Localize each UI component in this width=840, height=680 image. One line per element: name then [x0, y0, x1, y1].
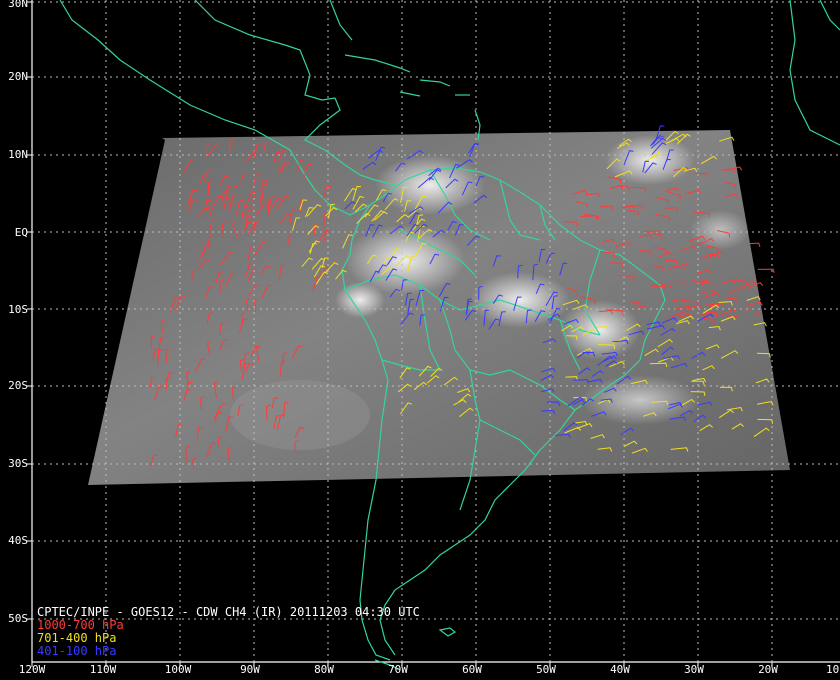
lat-label-50s: 50S — [8, 612, 28, 625]
lat-label-10s: 10S — [8, 303, 28, 316]
lat-label-10n: 10N — [8, 148, 28, 161]
lon-label-10w: 10 — [826, 664, 840, 676]
lat-label-30n: 30N — [8, 0, 28, 10]
legend-low-level: 1000-700 hPa — [37, 618, 124, 632]
lon-label-120w: 120W — [18, 663, 46, 676]
legend-mid-level: 701-400 hPa — [37, 631, 117, 645]
lon-label-100w: 100W — [164, 663, 192, 676]
lon-label-80w: 80W — [314, 663, 334, 676]
lon-label-60w: 60W — [462, 663, 482, 676]
wind-map: 30N 20N 10N EQ 10S 20S 30S 40S 50S 120W … — [0, 0, 840, 680]
map-title: CPTEC/INPE - GOES12 - CDW CH4 (IR) 20111… — [37, 605, 420, 619]
lat-label-20s: 20S — [8, 379, 28, 392]
lat-label-eq: EQ — [14, 226, 28, 239]
lon-label-30w: 30W — [684, 663, 704, 676]
lat-label-40s: 40S — [8, 534, 28, 547]
lon-label-70w: 70W — [388, 663, 408, 676]
lon-label-50w: 50W — [536, 663, 556, 676]
lat-label-30s: 30S — [8, 457, 28, 470]
lon-label-90w: 90W — [240, 663, 260, 676]
lon-label-40w: 40W — [610, 663, 630, 676]
lon-label-20w: 20W — [758, 663, 778, 676]
map-canvas — [27, 0, 840, 671]
legend-high-level: 401-100 hPa — [37, 644, 117, 658]
lat-label-20n: 20N — [8, 70, 28, 83]
lon-label-110w: 110W — [89, 663, 117, 676]
